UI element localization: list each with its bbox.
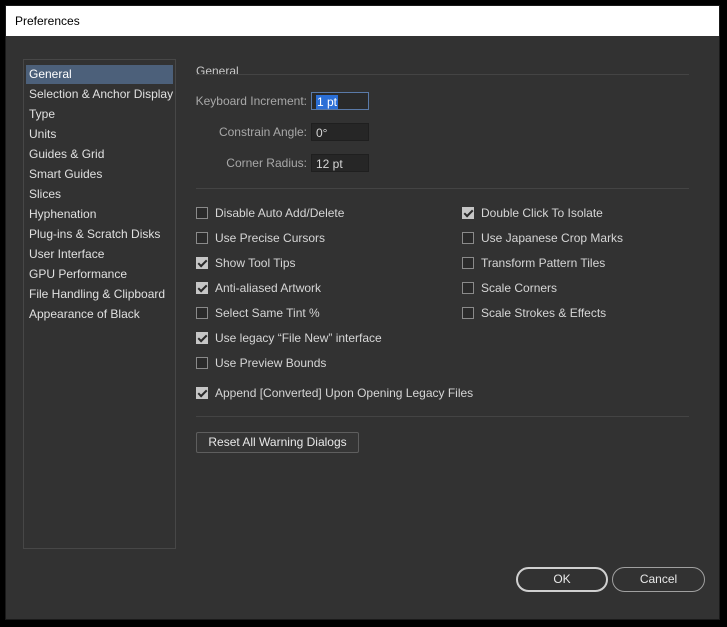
transform-pattern-checkbox[interactable]: Transform Pattern Tiles	[462, 255, 605, 271]
sidebar-item-smart-guides[interactable]: Smart Guides	[26, 165, 173, 184]
sidebar-item-type[interactable]: Type	[26, 105, 173, 124]
append-converted-label: Append [Converted] Upon Opening Legacy F…	[215, 386, 474, 400]
scale-strokes-label: Scale Strokes & Effects	[481, 306, 607, 320]
checkbox-box[interactable]	[462, 282, 474, 294]
keyboard-increment-label: Keyboard Increment:	[195, 94, 307, 108]
same-tint-label: Select Same Tint %	[215, 306, 320, 320]
tool-tips-label: Show Tool Tips	[215, 256, 296, 270]
disable-auto-add-label: Disable Auto Add/Delete	[215, 206, 345, 220]
scale-corners-label: Scale Corners	[481, 281, 558, 295]
tool-tips-checkbox[interactable]: Show Tool Tips	[196, 255, 296, 271]
scale-corners-checkbox[interactable]: Scale Corners	[462, 280, 557, 296]
checkbox-box[interactable]	[196, 307, 208, 319]
keyboard-increment-value: 1 pt	[316, 95, 339, 109]
double-click-isolate-checkbox[interactable]: Double Click To Isolate	[462, 205, 603, 221]
sidebar-item-hyphenation[interactable]: Hyphenation	[26, 205, 173, 224]
checkbox-box[interactable]	[462, 307, 474, 319]
checkbox-box-checked[interactable]	[196, 282, 208, 294]
scale-strokes-checkbox[interactable]: Scale Strokes & Effects	[462, 305, 606, 321]
anti-aliased-checkbox[interactable]: Anti-aliased Artwork	[196, 280, 321, 296]
checkbox-box-checked[interactable]	[196, 387, 208, 399]
corner-radius-label: Corner Radius:	[226, 156, 307, 170]
sidebar-item-general[interactable]: General	[26, 65, 173, 84]
fields-divider	[196, 188, 689, 189]
append-converted-checkbox[interactable]: Append [Converted] Upon Opening Legacy F…	[196, 385, 473, 401]
checkbox-box[interactable]	[196, 357, 208, 369]
transform-pattern-label: Transform Pattern Tiles	[481, 256, 606, 270]
ok-button[interactable]: OK	[516, 567, 608, 592]
same-tint-checkbox[interactable]: Select Same Tint %	[196, 305, 320, 321]
constrain-angle-field[interactable]: 0°	[311, 123, 369, 141]
sidebar-item-gpu-performance[interactable]: GPU Performance	[26, 265, 173, 284]
reset-warning-dialogs-button[interactable]: Reset All Warning Dialogs	[196, 432, 359, 453]
window-title: Preferences	[15, 14, 80, 28]
japanese-crop-checkbox[interactable]: Use Japanese Crop Marks	[462, 230, 623, 246]
checkbox-box[interactable]	[462, 257, 474, 269]
sidebar-item-guides-grid[interactable]: Guides & Grid	[26, 145, 173, 164]
checkbox-box[interactable]	[196, 207, 208, 219]
corner-radius-field[interactable]: 12 pt	[311, 154, 369, 172]
keyboard-increment-field[interactable]: 1 pt	[311, 92, 369, 110]
precise-cursors-label: Use Precise Cursors	[215, 231, 326, 245]
sidebar-item-user-interface[interactable]: User Interface	[26, 245, 173, 264]
checkbox-box-checked[interactable]	[196, 257, 208, 269]
sidebar-item-file-handling-clipboard[interactable]: File Handling & Clipboard	[26, 285, 173, 304]
category-list: General Selection & Anchor Display Type …	[23, 59, 176, 549]
checkbox-box-checked[interactable]	[196, 332, 208, 344]
checkbox-box-checked[interactable]	[462, 207, 474, 219]
section-title: General	[196, 64, 239, 78]
checkbox-box[interactable]	[196, 232, 208, 244]
double-click-isolate-label: Double Click To Isolate	[481, 206, 603, 220]
legacy-file-new-label: Use legacy “File New” interface	[215, 331, 382, 345]
checkbox-divider	[196, 416, 689, 417]
cancel-button[interactable]: Cancel	[612, 567, 705, 592]
preferences-dialog: Preferences General Selection & Anchor D…	[5, 5, 720, 620]
sidebar-item-plugins-scratch-disks[interactable]: Plug-ins & Scratch Disks	[26, 225, 173, 244]
sidebar-item-units[interactable]: Units	[26, 125, 173, 144]
constrain-angle-label: Constrain Angle:	[218, 125, 307, 139]
section-divider	[196, 74, 689, 75]
sidebar-item-selection-anchor-display[interactable]: Selection & Anchor Display	[26, 85, 173, 104]
precise-cursors-checkbox[interactable]: Use Precise Cursors	[196, 230, 325, 246]
preview-bounds-label: Use Preview Bounds	[215, 356, 327, 370]
preview-bounds-checkbox[interactable]: Use Preview Bounds	[196, 355, 326, 371]
disable-auto-add-checkbox[interactable]: Disable Auto Add/Delete	[196, 205, 344, 221]
anti-aliased-label: Anti-aliased Artwork	[215, 281, 322, 295]
sidebar-item-slices[interactable]: Slices	[26, 185, 173, 204]
checkbox-box[interactable]	[462, 232, 474, 244]
sidebar-item-appearance-of-black[interactable]: Appearance of Black	[26, 305, 173, 324]
japanese-crop-label: Use Japanese Crop Marks	[481, 231, 624, 245]
title-bar[interactable]: Preferences	[6, 6, 719, 36]
legacy-file-new-checkbox[interactable]: Use legacy “File New” interface	[196, 330, 382, 346]
